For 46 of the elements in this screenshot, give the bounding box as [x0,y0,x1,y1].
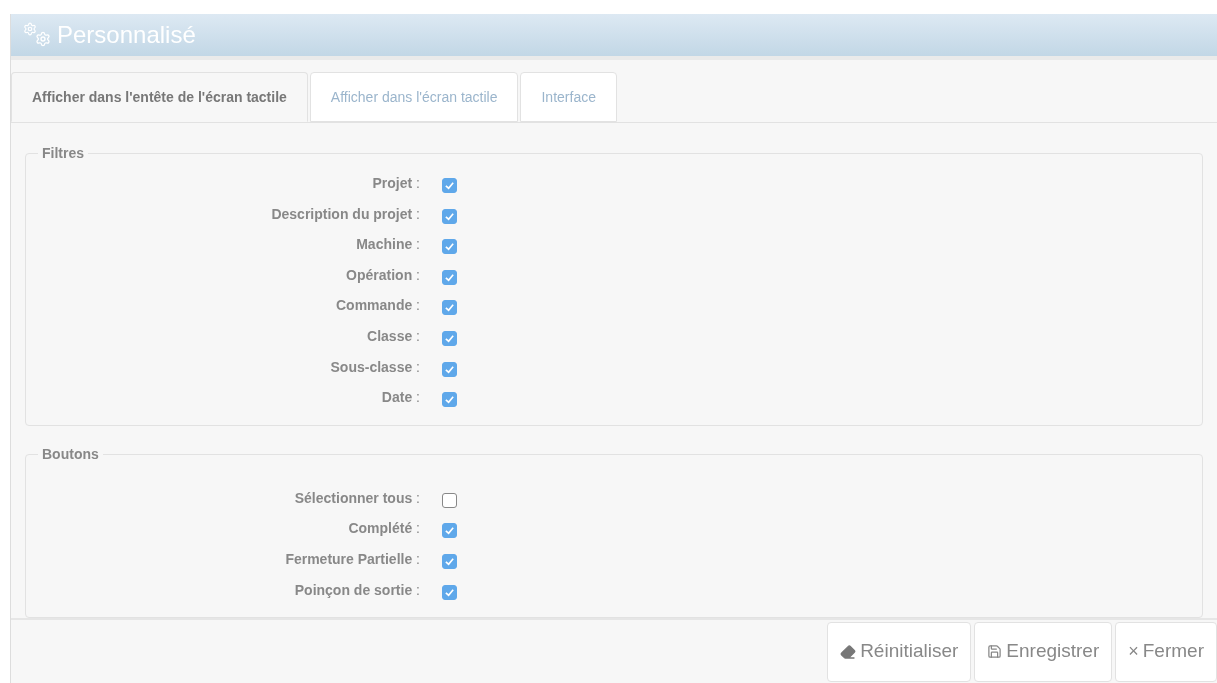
tab[interactable]: Afficher dans l'écran tactile [309,72,519,123]
field-label: Poinçon de sortie : [293,580,420,600]
checkbox[interactable] [442,392,457,408]
checkbox[interactable] [442,269,457,285]
group-title: Boutons [41,445,100,465]
eraser-icon [840,643,857,660]
field-label: Fermeture Partielle : [284,550,420,570]
check-icon [444,271,455,283]
checkbox[interactable] [442,208,457,224]
group-title: Filtres [41,144,85,164]
check-icon [444,525,455,537]
field-label: Sous-classe : [329,357,420,377]
save-icon [987,644,1003,660]
check-icon [444,363,455,375]
check-icon [444,302,455,314]
field-label: Sélectionner tous : [293,488,420,508]
tab[interactable]: Afficher dans l'entête de l'écran tactile [11,72,308,123]
field-label: Classe : [366,327,420,347]
field-label: Opération : [345,265,420,285]
close-button[interactable]: × Fermer [1115,621,1217,682]
checkbox[interactable] [442,361,457,377]
tab[interactable]: Interface [520,72,617,123]
checkbox[interactable] [442,178,457,194]
field-label: Commande : [335,296,420,316]
field-label: Complété : [347,519,420,539]
field-label: Date : [380,388,420,408]
field-label: Description du projet : [270,204,420,224]
checkbox[interactable] [442,492,457,508]
check-icon [444,210,455,222]
reset-button[interactable]: Réinitialiser [827,621,972,682]
checkbox[interactable] [442,584,457,600]
field-label: Projet : [371,174,420,194]
checkbox[interactable] [442,523,457,539]
check-icon [444,586,455,598]
check-icon [444,241,455,253]
check-icon [444,394,455,406]
save-button[interactable]: Enregistrer [974,621,1113,682]
checkbox[interactable] [442,554,457,570]
check-icon [444,556,455,568]
gears-icon [23,22,53,49]
checkbox[interactable] [442,331,457,347]
checkbox[interactable] [442,239,457,255]
field-label: Machine : [355,235,420,255]
checkbox[interactable] [442,300,457,316]
check-icon [444,333,455,345]
check-icon [444,180,455,192]
